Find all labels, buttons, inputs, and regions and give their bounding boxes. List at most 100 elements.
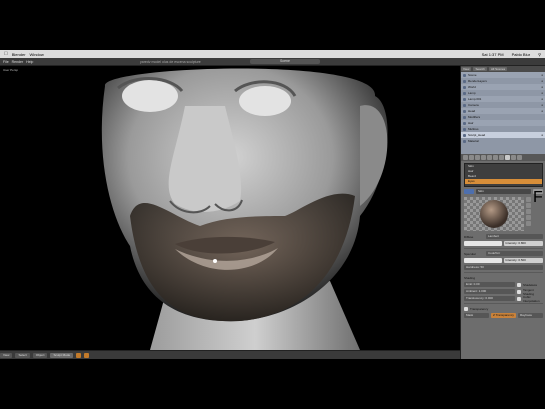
- ztransp-button[interactable]: Z Transparency: [491, 313, 516, 318]
- apple-icon[interactable]: : [4, 51, 8, 57]
- material-datablock-row: Skin F: [464, 189, 543, 206]
- preview-hair-button[interactable]: [526, 215, 531, 220]
- mesh-icon: [463, 133, 466, 137]
- diffuse-intensity-field[interactable]: Intensity: 0.800: [503, 241, 543, 246]
- preview-type-buttons: [526, 197, 531, 231]
- renderlayer-icon: [463, 79, 466, 83]
- transparency-header[interactable]: Transparency: [464, 306, 543, 311]
- 3d-viewport[interactable]: User Persp: [0, 66, 460, 350]
- mesh-icon: [463, 109, 466, 113]
- shadeless-checkbox[interactable]: [517, 282, 521, 287]
- hardness-row: Hardness: 50: [464, 265, 543, 270]
- particles-tab-icon[interactable]: [517, 155, 522, 160]
- modifiers-tab-icon[interactable]: [493, 155, 498, 160]
- camera-icon: [463, 103, 466, 107]
- constraints-tab-icon[interactable]: [487, 155, 492, 160]
- raytrace-button[interactable]: Raytrace: [518, 313, 543, 318]
- eye-icon[interactable]: ●: [541, 108, 543, 114]
- outliner[interactable]: Scene ● RenderLayers ● World ● Lamp ● Lamp.0…: [461, 72, 545, 154]
- diffuse-row: Diffuse Lambert: [464, 234, 543, 239]
- specular-row: Specular CookTorr: [464, 251, 543, 256]
- outliner-display-mode[interactable]: All Scenes: [488, 67, 508, 71]
- viewport-footer: View Select Object Sculpt Mode: [0, 350, 460, 359]
- mode-selector[interactable]: Sculpt Mode: [50, 353, 74, 358]
- user-name[interactable]: Pablo Blur: [512, 52, 530, 57]
- blender-header: File Render Help yaredv model olus de es…: [0, 58, 545, 66]
- diffuse-shader-select[interactable]: Lambert: [486, 234, 543, 239]
- app-menu[interactable]: Blender: [12, 52, 26, 57]
- specular-intensity-field[interactable]: Intensity: 0.500: [503, 258, 543, 263]
- specular-shader-select[interactable]: CookTorr: [486, 251, 543, 256]
- view-menu[interactable]: View: [0, 353, 13, 358]
- object-tab-icon[interactable]: [481, 155, 486, 160]
- cubic-label: Cubic Interpolation: [523, 294, 540, 303]
- menu-render[interactable]: Render: [12, 60, 23, 64]
- divider: [464, 272, 543, 273]
- shading-header[interactable]: Shading: [464, 275, 543, 280]
- viewport-info: User Persp: [3, 68, 19, 72]
- hardness-field[interactable]: Hardness: 50: [464, 265, 543, 270]
- mask-button[interactable]: Mask: [464, 313, 489, 318]
- world-tab-icon[interactable]: [475, 155, 480, 160]
- search-icon[interactable]: ⚲: [538, 52, 541, 57]
- lamp-icon: [463, 91, 466, 95]
- preview-sky-button[interactable]: [526, 221, 531, 226]
- brush-icon[interactable]: [84, 353, 90, 358]
- window-menu[interactable]: Window: [30, 52, 44, 57]
- scene-tab-icon[interactable]: [469, 155, 474, 160]
- preview-sphere-button[interactable]: [526, 197, 531, 202]
- menu-help[interactable]: Help: [26, 60, 33, 64]
- preview-sphere: [464, 197, 524, 231]
- material-slot-active[interactable]: Eyes: [465, 179, 542, 184]
- specular-label: Specular: [464, 251, 476, 256]
- outliner-row[interactable]: Material: [461, 138, 545, 144]
- divider: [464, 248, 543, 249]
- properties-editor: Skin Hair Beard Eyes Skin F Diffuse Lamb…: [461, 154, 545, 359]
- preview-cube-button[interactable]: [526, 203, 531, 208]
- data-tab-icon[interactable]: [499, 155, 504, 160]
- particles-icon: [463, 121, 466, 125]
- ambient-field[interactable]: Ambient: 1.000: [464, 289, 515, 294]
- scene-icon: [463, 73, 466, 77]
- screen:  Blender Window Sat 1:37 PM Pablo Blur …: [0, 50, 545, 359]
- properties-sidebar: View Search All Scenes Scene ● RenderLaye…: [460, 66, 545, 359]
- sculpt-head-render: [0, 66, 460, 350]
- outliner-search-menu[interactable]: Search: [473, 67, 487, 71]
- cubic-checkbox[interactable]: [517, 296, 521, 301]
- translucency-row: Translucency: 0.000 Cubic Interpolation: [464, 294, 543, 303]
- material-browse-button[interactable]: [464, 189, 474, 194]
- clock: Sat 1:37 PM: [481, 51, 504, 57]
- material-preview: [464, 197, 524, 231]
- outliner-view-menu[interactable]: View: [461, 67, 472, 71]
- properties-tabs: [461, 154, 545, 161]
- specular-intensity-row: Intensity: 0.500: [464, 258, 543, 263]
- tangent-checkbox[interactable]: [517, 289, 521, 294]
- render-tab-icon[interactable]: [463, 155, 468, 160]
- diffuse-intensity-row: Intensity: 0.800: [464, 241, 543, 246]
- material-slot-list[interactable]: Skin Hair Beard Eyes: [464, 163, 543, 187]
- menu-file[interactable]: File: [3, 60, 9, 64]
- diffuse-color-swatch[interactable]: [464, 241, 502, 246]
- lamp-icon: [463, 97, 466, 101]
- transparency-checkbox[interactable]: [464, 306, 468, 311]
- emit-field[interactable]: Emit: 0.00: [464, 282, 515, 287]
- specular-color-swatch[interactable]: [464, 258, 502, 263]
- translucency-field[interactable]: Translucency: 0.000: [464, 296, 515, 301]
- fake-user-button[interactable]: F: [533, 189, 543, 206]
- material-name-field[interactable]: Skin: [476, 189, 531, 194]
- scene-selector[interactable]: Scene: [250, 59, 320, 64]
- eye-icon[interactable]: ●: [541, 132, 543, 138]
- preview-row: [464, 197, 543, 231]
- texture-tab-icon[interactable]: [511, 155, 516, 160]
- window-title: yaredv model olus de escena sculpture: [140, 59, 201, 64]
- material-tab-icon[interactable]: [505, 155, 510, 160]
- world-icon: [463, 85, 466, 89]
- sculpt-icon[interactable]: [76, 353, 82, 358]
- preview-monkey-button[interactable]: [526, 209, 531, 214]
- material-icon: [463, 139, 466, 143]
- wrench-icon: [463, 115, 466, 119]
- divider: [464, 303, 543, 304]
- transparency-label: Transparency: [470, 306, 489, 311]
- select-menu[interactable]: Select: [15, 353, 30, 358]
- object-menu[interactable]: Object: [32, 353, 48, 358]
